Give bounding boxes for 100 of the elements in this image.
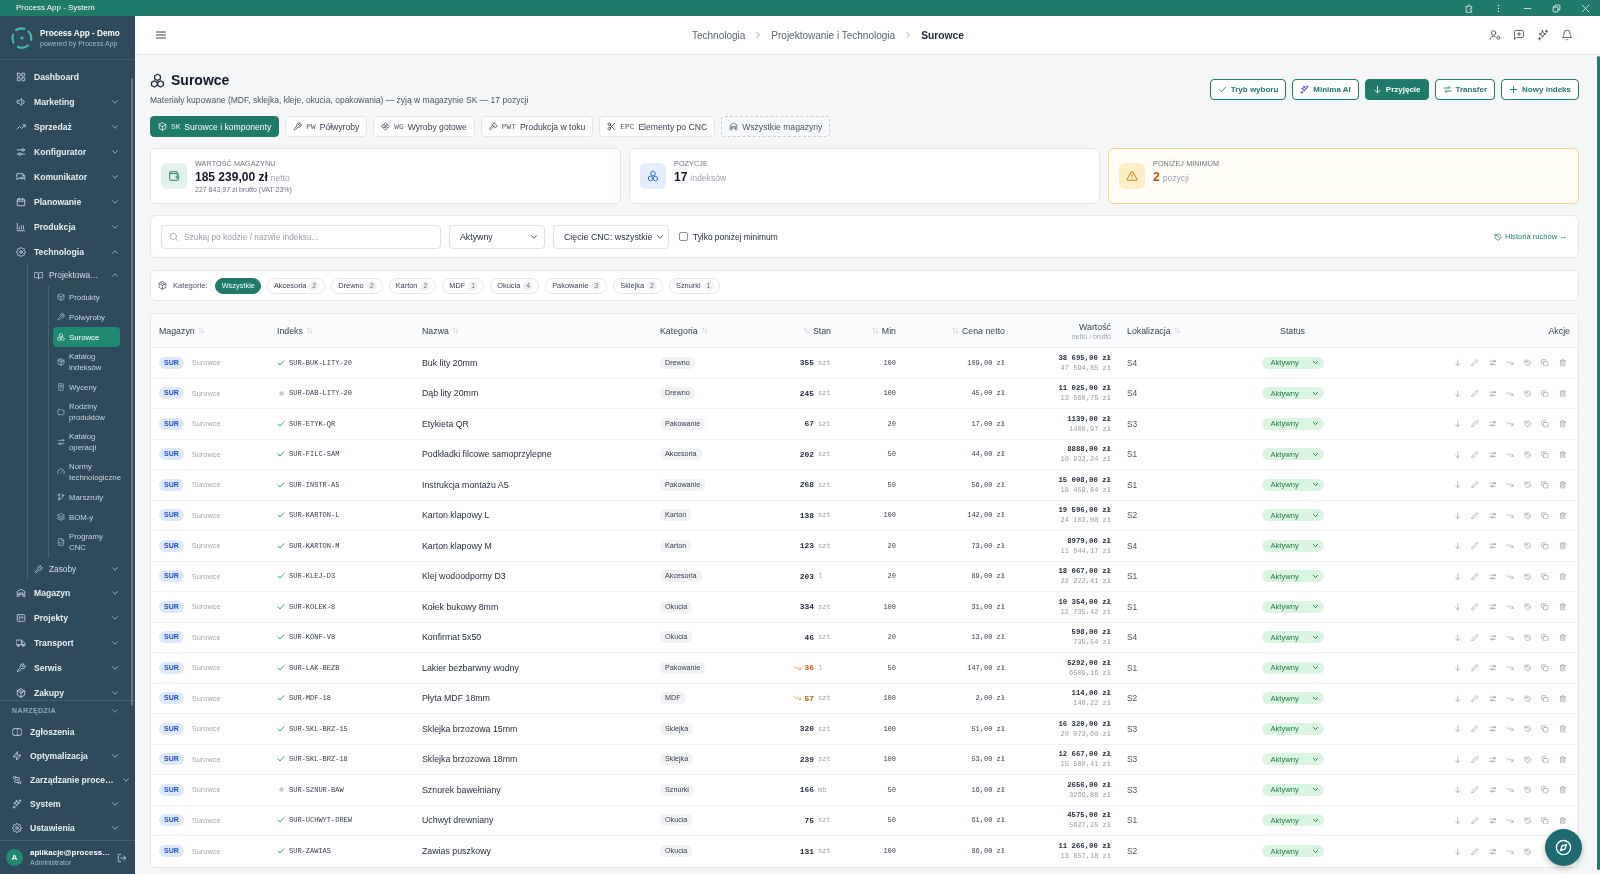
history-icon[interactable] bbox=[1523, 359, 1531, 367]
menu-icon[interactable] bbox=[155, 29, 167, 41]
sidebar-item[interactable]: Dashboard bbox=[0, 64, 135, 89]
pencil-icon[interactable] bbox=[1471, 481, 1479, 489]
sidebar-item[interactable]: Konfigurator bbox=[0, 139, 135, 164]
trash-icon[interactable] bbox=[1558, 725, 1566, 733]
arrow-down-icon[interactable] bbox=[1453, 359, 1461, 367]
sort-icon[interactable] bbox=[951, 327, 959, 334]
sliders-icon[interactable] bbox=[1488, 420, 1496, 428]
sidebar-item[interactable]: Serwis bbox=[0, 655, 135, 680]
trash-icon[interactable] bbox=[1558, 389, 1566, 397]
sort-icon[interactable] bbox=[1173, 327, 1181, 334]
history-icon[interactable] bbox=[1523, 664, 1531, 672]
history-icon[interactable] bbox=[1523, 481, 1531, 489]
pencil-icon[interactable] bbox=[1471, 694, 1479, 702]
sidebar-item[interactable]: Optymalizacja bbox=[0, 744, 135, 768]
trash-icon[interactable] bbox=[1558, 511, 1566, 519]
trend-down-icon[interactable] bbox=[1506, 359, 1514, 367]
search-field[interactable]: Szukaj po kodzie / nazwie indeksu... bbox=[161, 224, 441, 249]
trash-icon[interactable] bbox=[1558, 603, 1566, 611]
trend-down-icon[interactable] bbox=[1506, 572, 1514, 580]
trend-down-icon[interactable] bbox=[1506, 450, 1514, 458]
pencil-icon[interactable] bbox=[1471, 633, 1479, 641]
warehouse-tab[interactable]: Wszystkie magazyny bbox=[721, 116, 831, 137]
breadcrumb-link[interactable]: Surowce bbox=[921, 29, 965, 41]
chat-plus-icon[interactable] bbox=[1513, 29, 1525, 41]
history-icon[interactable] bbox=[1523, 694, 1531, 702]
sliders-icon[interactable] bbox=[1488, 755, 1496, 763]
sidebar-item[interactable]: Marketing bbox=[0, 89, 135, 114]
copy-icon[interactable] bbox=[1541, 725, 1549, 733]
arrow-down-icon[interactable] bbox=[1453, 572, 1461, 580]
bell-icon[interactable] bbox=[1561, 29, 1573, 41]
chevron-down-icon[interactable] bbox=[111, 706, 119, 715]
arrow-down-icon[interactable] bbox=[1453, 633, 1461, 641]
arrow-down-icon[interactable] bbox=[1453, 450, 1461, 458]
copy-icon[interactable] bbox=[1541, 572, 1549, 580]
trend-down-icon[interactable] bbox=[1506, 603, 1514, 611]
trend-down-icon[interactable] bbox=[1506, 816, 1514, 824]
sliders-icon[interactable] bbox=[1488, 450, 1496, 458]
checkbox[interactable] bbox=[679, 232, 688, 241]
sidebar-item[interactable]: Transport bbox=[0, 630, 135, 655]
arrow-down-icon[interactable] bbox=[1453, 816, 1461, 824]
copy-icon[interactable] bbox=[1541, 786, 1549, 794]
sidebar-item[interactable]: Sprzedaż bbox=[0, 114, 135, 139]
history-icon[interactable] bbox=[1523, 420, 1531, 428]
history-icon[interactable] bbox=[1523, 755, 1531, 763]
pencil-icon[interactable] bbox=[1471, 847, 1479, 855]
sliders-icon[interactable] bbox=[1488, 572, 1496, 580]
arrow-down-icon[interactable] bbox=[1453, 786, 1461, 794]
sliders-icon[interactable] bbox=[1488, 603, 1496, 611]
action-button[interactable]: Tryb wyboru bbox=[1209, 79, 1287, 100]
pencil-icon[interactable] bbox=[1471, 786, 1479, 794]
sidebar-item[interactable]: Produkcja bbox=[0, 214, 135, 239]
trash-icon[interactable] bbox=[1558, 450, 1566, 458]
user-icon[interactable] bbox=[1489, 29, 1501, 41]
pencil-icon[interactable] bbox=[1471, 572, 1479, 580]
arrow-down-icon[interactable] bbox=[1453, 755, 1461, 763]
pencil-icon[interactable] bbox=[1471, 603, 1479, 611]
trend-down-icon[interactable] bbox=[1506, 755, 1514, 763]
scrollbar[interactable] bbox=[1597, 56, 1600, 870]
pencil-icon[interactable] bbox=[1471, 420, 1479, 428]
sidebar-item[interactable]: Projektowa… bbox=[28, 264, 135, 286]
arrow-down-icon[interactable] bbox=[1453, 664, 1461, 672]
arrow-down-icon[interactable] bbox=[1453, 481, 1461, 489]
sort-icon[interactable] bbox=[700, 327, 708, 334]
history-icon[interactable] bbox=[1523, 633, 1531, 641]
copy-icon[interactable] bbox=[1541, 755, 1549, 763]
action-button[interactable]: Przyjęcie bbox=[1364, 79, 1429, 100]
pencil-icon[interactable] bbox=[1471, 511, 1479, 519]
sliders-icon[interactable] bbox=[1488, 725, 1496, 733]
history-icon[interactable] bbox=[1523, 847, 1531, 855]
sliders-icon[interactable] bbox=[1488, 786, 1496, 794]
trash-icon[interactable] bbox=[1558, 633, 1566, 641]
pencil-icon[interactable] bbox=[1471, 450, 1479, 458]
sliders-icon[interactable] bbox=[1488, 389, 1496, 397]
copy-icon[interactable] bbox=[1541, 816, 1549, 824]
copy-icon[interactable] bbox=[1541, 664, 1549, 672]
history-icon[interactable] bbox=[1523, 542, 1531, 550]
pencil-icon[interactable] bbox=[1471, 725, 1479, 733]
sort-icon[interactable] bbox=[802, 327, 810, 334]
sliders-icon[interactable] bbox=[1488, 633, 1496, 641]
sidebar-item[interactable]: Projekty bbox=[0, 605, 135, 630]
trash-icon[interactable] bbox=[1558, 359, 1566, 367]
history-icon[interactable] bbox=[1523, 725, 1531, 733]
sort-icon[interactable] bbox=[305, 327, 313, 334]
pencil-icon[interactable] bbox=[1471, 755, 1479, 763]
sliders-icon[interactable] bbox=[1488, 542, 1496, 550]
status-filter-select[interactable]: Aktywny bbox=[449, 224, 545, 249]
sidebar-item[interactable]: Komunikator bbox=[0, 164, 135, 189]
trend-down-icon[interactable] bbox=[1506, 420, 1514, 428]
pencil-icon[interactable] bbox=[1471, 816, 1479, 824]
arrow-down-icon[interactable] bbox=[1453, 420, 1461, 428]
trend-down-icon[interactable] bbox=[1506, 847, 1514, 855]
action-button[interactable]: Minima AI bbox=[1292, 79, 1359, 100]
scrollbar[interactable] bbox=[131, 78, 133, 706]
trash-icon[interactable] bbox=[1558, 542, 1566, 550]
sliders-icon[interactable] bbox=[1488, 481, 1496, 489]
sliders-icon[interactable] bbox=[1488, 664, 1496, 672]
copy-icon[interactable] bbox=[1541, 603, 1549, 611]
history-icon[interactable] bbox=[1523, 816, 1531, 824]
